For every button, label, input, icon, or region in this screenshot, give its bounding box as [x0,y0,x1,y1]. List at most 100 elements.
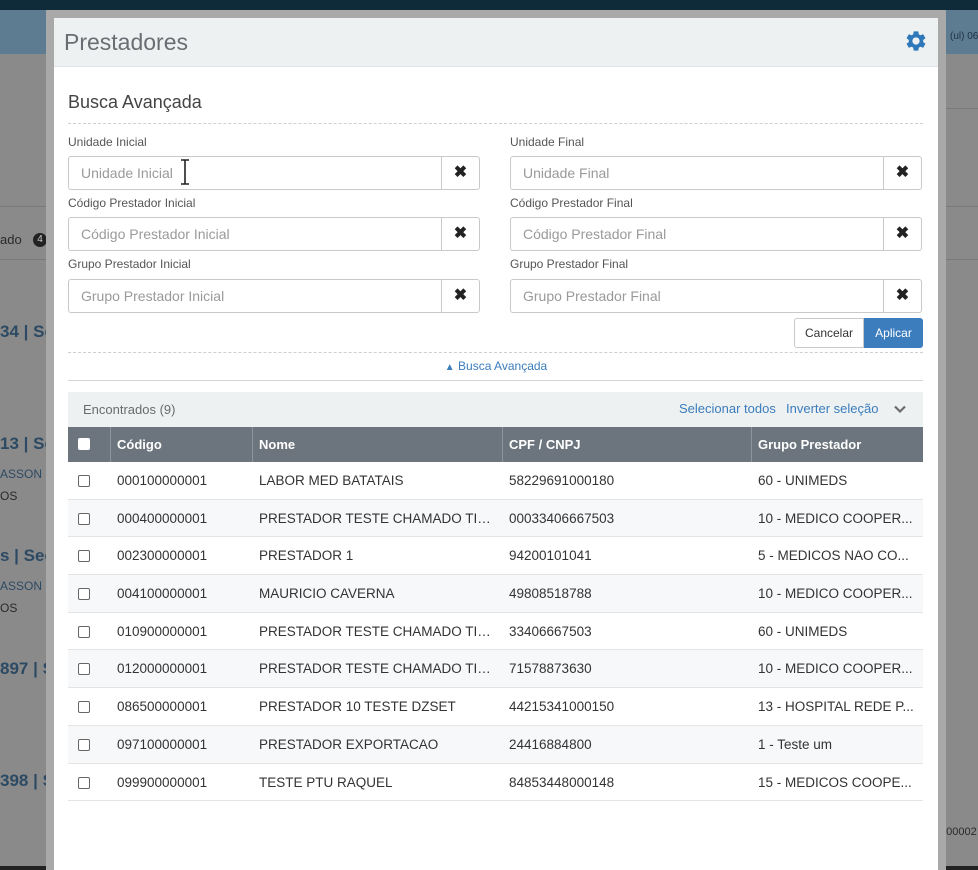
cell-nome: PRESTADOR TESTE CHAMADO TID... [259,510,495,526]
unidade-final-label: Unidade Final [510,135,585,149]
cell-nome: LABOR MED BATATAIS [259,473,404,488]
row-checkbox[interactable] [78,738,90,751]
clear-grupo-prestador-final-button[interactable]: ✖ [883,279,922,313]
cell-codigo: 099900000001 [117,774,208,790]
section-divider [68,352,923,353]
codigo-prestador-inicial-input[interactable] [68,217,441,251]
modal-header: Prestadores [54,18,938,67]
cell-grupo-prestador: 10 - MEDICO COOPER... [758,586,913,602]
clear-codigo-prestador-inicial-button[interactable]: ✖ [441,217,480,251]
advanced-search-toggle-label: Busca Avançada [458,359,548,373]
row-checkbox[interactable] [78,625,90,638]
grupo-prestador-inicial-group: ✖ [68,279,480,313]
background-top-bar [0,0,978,10]
advanced-search-title: Busca Avançada [68,92,202,112]
column-header-grupo-prestador[interactable]: Grupo Prestador [751,427,923,462]
cell-cpf-cnpj: 33406667503 [509,623,592,639]
row-checkbox[interactable] [78,776,90,789]
column-header-codigo[interactable]: Código [110,427,252,462]
background-sub-line: OS [0,601,18,615]
table-row[interactable]: 002300000001 PRESTADOR 1 94200101041 5 - ME… [68,537,923,576]
section-divider [68,380,923,381]
background-divider [946,259,978,260]
unidade-final-input[interactable] [510,156,883,190]
grupo-prestador-final-input[interactable] [510,279,883,313]
table-row[interactable]: 097100000001 PRESTADOR EXPORTACAO 24416884… [68,725,923,764]
background-sub-line: ASSON [0,467,43,481]
cell-codigo: 000100000001 [117,473,208,488]
cancel-button[interactable]: Cancelar [794,318,864,348]
clear-codigo-prestador-final-button[interactable]: ✖ [883,217,922,251]
modal-title: Prestadores [64,29,189,55]
unidade-inicial-group: ✖ [68,156,480,190]
row-checkbox[interactable] [78,701,90,714]
background-divider [0,259,46,260]
cell-nome: MAURICIO CAVERNA [259,586,395,602]
cell-grupo-prestador: 60 - UNIMEDS [758,623,848,639]
row-checkbox[interactable] [78,588,90,601]
clear-unidade-final-button[interactable]: ✖ [883,156,922,190]
cell-cpf-cnpj: 00033406667503 [509,510,615,526]
row-checkbox[interactable] [78,550,90,563]
cell-codigo: 097100000001 [117,736,208,752]
cell-grupo-prestador: 10 - MEDICO COOPER... [758,661,913,677]
codigo-prestador-final-group: ✖ [510,217,922,251]
table-row[interactable]: 099900000001 TESTE PTU RAQUEL 848534480001… [68,764,923,802]
column-header-nome[interactable]: Nome [252,427,502,462]
grupo-prestador-inicial-input[interactable] [68,279,441,313]
cell-nome: TESTE PTU RAQUEL [259,774,393,790]
background-status-label: ado [0,232,22,247]
clear-unidade-inicial-button[interactable]: ✖ [441,156,480,190]
cell-nome: PRESTADOR EXPORTACAO [259,736,439,752]
invert-selection-link[interactable]: Inverter seleção [786,401,879,416]
cell-codigo: 012000000001 [117,661,208,677]
background-divider [0,206,46,207]
background-top-right-text: (ul) 06 [950,31,978,42]
table-row[interactable]: 012000000001 PRESTADOR TESTE CHAMADO TID.… [68,650,923,689]
row-checkbox[interactable] [78,663,90,676]
select-all-link[interactable]: Selecionar todos [679,401,776,416]
chevron-down-icon[interactable] [893,402,907,416]
column-header-cpf-cnpj[interactable]: CPF / CNPJ [502,427,751,462]
cell-cpf-cnpj: 84853448000148 [509,774,615,790]
cell-cpf-cnpj: 94200101041 [509,548,592,564]
prestadores-modal: Prestadores Busca Avançada Unidade Inici… [54,18,938,870]
header-select-all-checkbox[interactable] [78,438,90,450]
cell-grupo-prestador: 15 - MEDICOS COOPE... [758,774,912,790]
cell-nome: PRESTADOR TESTE CHAMADO TID... [259,623,495,639]
cell-nome: PRESTADOR 1 [259,548,354,564]
cell-cpf-cnpj: 24416884800 [509,736,592,752]
cell-cpf-cnpj: 44215341000150 [509,699,615,715]
codigo-prestador-final-input[interactable] [510,217,883,251]
table-row[interactable]: 010900000001 PRESTADOR TESTE CHAMADO TID.… [68,613,923,651]
table-row[interactable]: 000400000001 PRESTADOR TESTE CHAMADO TID.… [68,499,923,538]
background-sub-line: OS [0,489,18,503]
results-toolbar: Encontrados (9) Selecionar todos Inverte… [68,392,923,428]
text-cursor-icon [181,159,189,185]
table-body: 000100000001 LABOR MED BATATAIS 5822969100… [68,462,923,802]
row-checkbox[interactable] [78,512,90,525]
unidade-final-group: ✖ [510,156,922,190]
cell-codigo: 086500000001 [117,699,208,715]
codigo-prestador-inicial-group: ✖ [68,217,480,251]
table-row[interactable]: 000100000001 LABOR MED BATATAIS 5822969100… [68,462,923,500]
row-checkbox[interactable] [78,475,90,487]
grupo-prestador-final-group: ✖ [510,279,922,313]
clear-grupo-prestador-inicial-button[interactable]: ✖ [441,279,480,313]
apply-button[interactable]: Aplicar [864,318,923,348]
cell-cpf-cnpj: 49808518788 [509,586,592,602]
cell-cpf-cnpj: 71578873630 [509,661,592,677]
background-status-badge: 4 [33,233,47,247]
codigo-prestador-final-label: Código Prestador Final [510,196,633,210]
cell-nome: PRESTADOR TESTE CHAMADO TID... [259,661,495,677]
grupo-prestador-final-label: Grupo Prestador Final [510,257,629,271]
gear-icon[interactable] [904,29,928,53]
advanced-search-toggle[interactable]: ▲ Busca Avançada [54,359,938,373]
background-divider [946,108,978,109]
table-row[interactable]: 004100000001 MAURICIO CAVERNA 49808518788 1… [68,575,923,613]
section-divider [68,123,923,124]
cell-codigo: 004100000001 [117,586,208,602]
unidade-inicial-input[interactable] [68,156,441,190]
cell-grupo-prestador: 5 - MEDICOS NAO CO... [758,548,909,564]
table-row[interactable]: 086500000001 PRESTADOR 10 TESTE DZSET 4421… [68,688,923,726]
